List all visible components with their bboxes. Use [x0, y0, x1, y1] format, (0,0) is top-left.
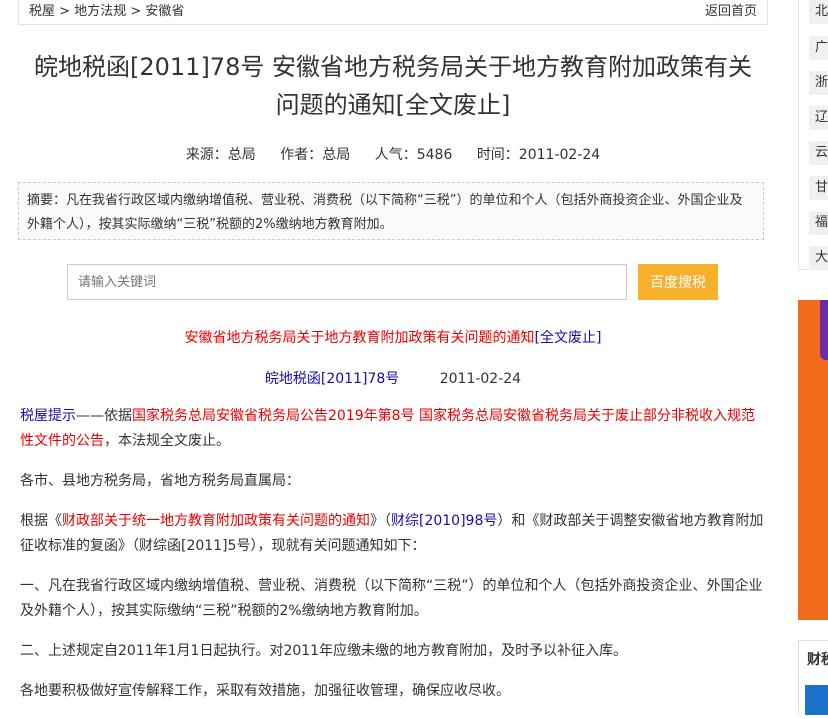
basis-pre: 根据《 [20, 513, 62, 529]
breadcrumb: 税屋 > 地方法规 > 安徽省 返回首页 [18, 0, 768, 25]
banner-decoration [820, 300, 828, 360]
region-item[interactable]: 辽 [809, 106, 828, 130]
region-item[interactable]: 广 [809, 36, 828, 60]
breadcrumb-link-anhui[interactable]: 安徽省 [145, 4, 184, 19]
breadcrumb-separator: > [130, 4, 142, 19]
right-sidebar: 北 广 浙 辽 云 甘 福 大 财税 [798, 0, 828, 715]
region-item[interactable]: 北 [809, 0, 828, 24]
breadcrumb-link-home[interactable]: 税屋 [29, 4, 55, 19]
article-paragraph-3: 各地要积极做好宣传解释工作，采取有效措施，加强征收管理，确保应收尽收。 [20, 683, 510, 699]
region-list: 北 广 浙 辽 云 甘 福 大 [798, 0, 828, 270]
ad-banner[interactable] [798, 300, 828, 620]
page-title-line2: 问题的通知[全文废止] [275, 91, 511, 119]
article-meta: 来源：总局 作者：总局 人气：5486 时间：2011-02-24 [18, 144, 768, 164]
search-button[interactable]: 百度搜税 [638, 264, 718, 300]
meta-time: 时间：2011-02-24 [476, 147, 601, 163]
region-item[interactable]: 大 [809, 246, 828, 270]
basis-paragraph: 根据《财政部关于统一地方教育附加政策有关问题的通知》（财综[2010]98号）和… [20, 509, 766, 559]
region-item[interactable]: 甘 [809, 176, 828, 200]
notice-tail: ，本法规全文废止。 [104, 433, 230, 449]
search-input[interactable] [67, 264, 627, 300]
article-subtitle: 安徽省地方税务局关于地方教育附加政策有关问题的通知[全文废止] [18, 327, 768, 347]
repeal-notice: 税屋提示——依据国家税务总局安徽省税务局公告2019年第8号 国家税务总局安徽省… [20, 404, 766, 454]
addressee-paragraph: 各市、县地方税务局，省地方税务局直属局： [20, 473, 300, 489]
article-paragraph-2: 二、上述规定自2011年1月1日起执行。对2011年应缴未缴的地方教育附加，及时… [20, 643, 628, 659]
meta-views: 人气：5486 [374, 147, 453, 163]
repealed-link[interactable]: [全文废止] [535, 330, 602, 346]
basis-docno-link[interactable]: 财综[2010]98号 [391, 513, 497, 529]
return-home-link[interactable]: 返回首页 [705, 0, 757, 19]
meta-author: 作者：总局 [280, 147, 351, 163]
article-paragraph-1: 一、凡在我省行政区域内缴纳增值税、营业税、消费税（以下简称“三税”）的单位和个人… [20, 578, 763, 619]
document-number-link[interactable]: 皖地税函[2011]78号 [265, 371, 399, 387]
page-title: 皖地税函[2011]78号 安徽省地方税务局关于地方教育附加政策有关 问题的通知… [18, 48, 768, 124]
finance-banner[interactable] [805, 685, 828, 715]
document-date: 2011-02-24 [439, 371, 522, 387]
subtitle-text: 安徽省地方税务局关于地方教育附加政策有关问题的通知 [184, 330, 535, 346]
main-content: 税屋 > 地方法规 > 安徽省 返回首页 皖地税函[2011]78号 安徽省地方… [0, 0, 790, 714]
region-item[interactable]: 浙 [809, 71, 828, 95]
region-item[interactable]: 云 [809, 141, 828, 165]
finance-section-title: 财税 [807, 652, 828, 668]
article-abstract: 摘要：凡在我省行政区域内缴纳增值税、营业税、消费税（以下简称“三税”）的单位和个… [18, 182, 764, 240]
breadcrumb-link-local-laws[interactable]: 地方法规 [74, 4, 126, 19]
breadcrumb-separator: > [59, 4, 71, 19]
page-title-line1: 皖地税函[2011]78号 安徽省地方税务局关于地方教育附加政策有关 [34, 53, 752, 81]
article-body: 税屋提示——依据国家税务总局安徽省税务局公告2019年第8号 国家税务总局安徽省… [20, 404, 766, 719]
finance-section: 财税 [798, 640, 828, 715]
basis-doc-link[interactable]: 财政部关于统一地方教育附加政策有关问题的通知 [62, 513, 370, 529]
document-number-line: 皖地税函[2011]78号 2011-02-24 [18, 368, 768, 388]
basis-mid1: 》（ [370, 513, 391, 529]
breadcrumb-path: 税屋 > 地方法规 > 安徽省 [29, 0, 184, 19]
region-item[interactable]: 福 [809, 211, 828, 235]
meta-source: 来源：总局 [185, 147, 256, 163]
notice-dash: ——依据 [76, 408, 132, 424]
notice-label-link[interactable]: 税屋提示 [20, 408, 76, 424]
